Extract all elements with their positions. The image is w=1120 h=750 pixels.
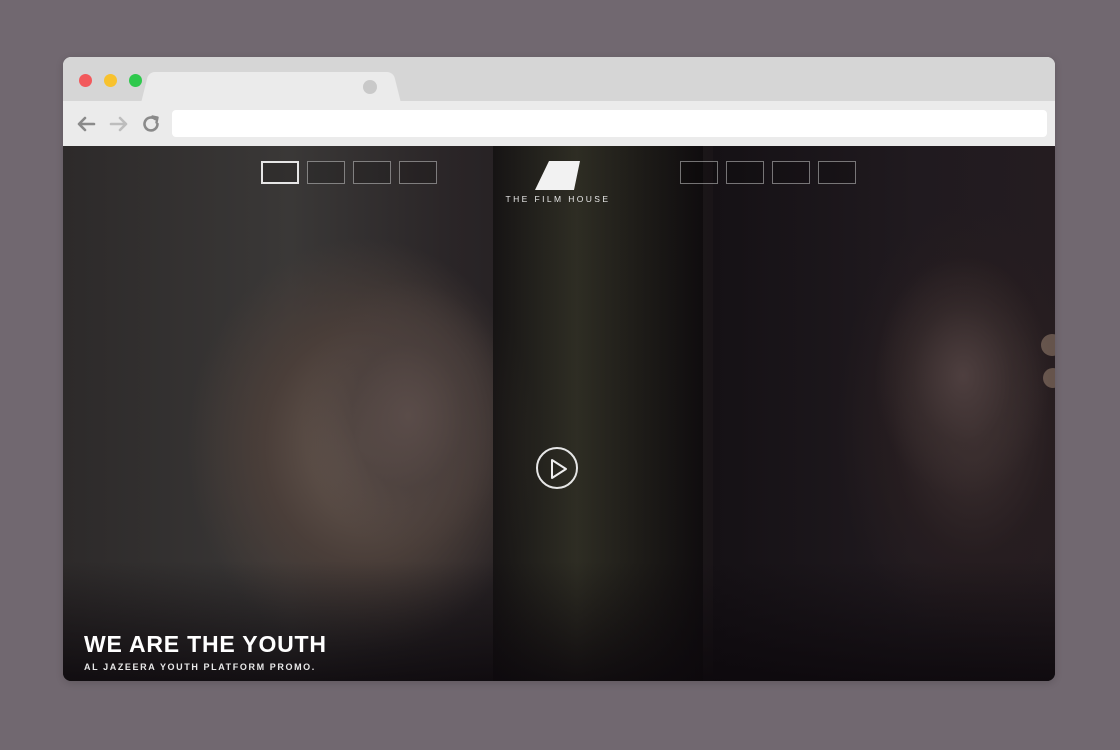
forward-arrow-icon bbox=[109, 116, 128, 132]
slide-nav-left bbox=[261, 161, 437, 184]
close-window-button[interactable] bbox=[79, 74, 92, 87]
reload-icon bbox=[143, 115, 159, 132]
slide-thumb-8[interactable] bbox=[818, 161, 856, 184]
zoom-window-button[interactable] bbox=[129, 74, 142, 87]
back-arrow-icon bbox=[77, 116, 96, 132]
film-house-logo-icon bbox=[535, 161, 580, 190]
title-bar bbox=[63, 57, 1055, 102]
bokeh-light bbox=[1041, 334, 1055, 356]
video-subtitle: AL JAZEERA YOUTH PLATFORM PROMO. bbox=[84, 662, 316, 672]
slide-thumb-1[interactable] bbox=[261, 161, 299, 184]
forward-button[interactable] bbox=[107, 112, 131, 136]
browser-window: THE FILM HOUSE WE ARE THE YOUTH AL JAZEE… bbox=[63, 57, 1055, 681]
browser-toolbar bbox=[63, 101, 1055, 146]
minimize-window-button[interactable] bbox=[104, 74, 117, 87]
logo-text: THE FILM HOUSE bbox=[505, 194, 611, 204]
page-viewport: THE FILM HOUSE WE ARE THE YOUTH AL JAZEE… bbox=[63, 146, 1055, 681]
slide-thumb-6[interactable] bbox=[726, 161, 764, 184]
slide-nav-right bbox=[680, 161, 856, 184]
video-title: WE ARE THE YOUTH bbox=[84, 631, 327, 657]
bokeh-light bbox=[1043, 368, 1055, 388]
slide-thumb-3[interactable] bbox=[353, 161, 391, 184]
play-icon bbox=[551, 459, 567, 479]
tab-close-icon[interactable] bbox=[363, 80, 377, 94]
play-button[interactable] bbox=[536, 447, 578, 489]
reload-button[interactable] bbox=[139, 112, 163, 136]
slide-thumb-5[interactable] bbox=[680, 161, 718, 184]
slide-thumb-2[interactable] bbox=[307, 161, 345, 184]
address-bar[interactable] bbox=[172, 110, 1047, 137]
browser-tab[interactable] bbox=[151, 72, 391, 102]
slide-thumb-4[interactable] bbox=[399, 161, 437, 184]
site-logo[interactable]: THE FILM HOUSE bbox=[493, 161, 623, 204]
slide-thumb-7[interactable] bbox=[772, 161, 810, 184]
back-button[interactable] bbox=[74, 112, 98, 136]
